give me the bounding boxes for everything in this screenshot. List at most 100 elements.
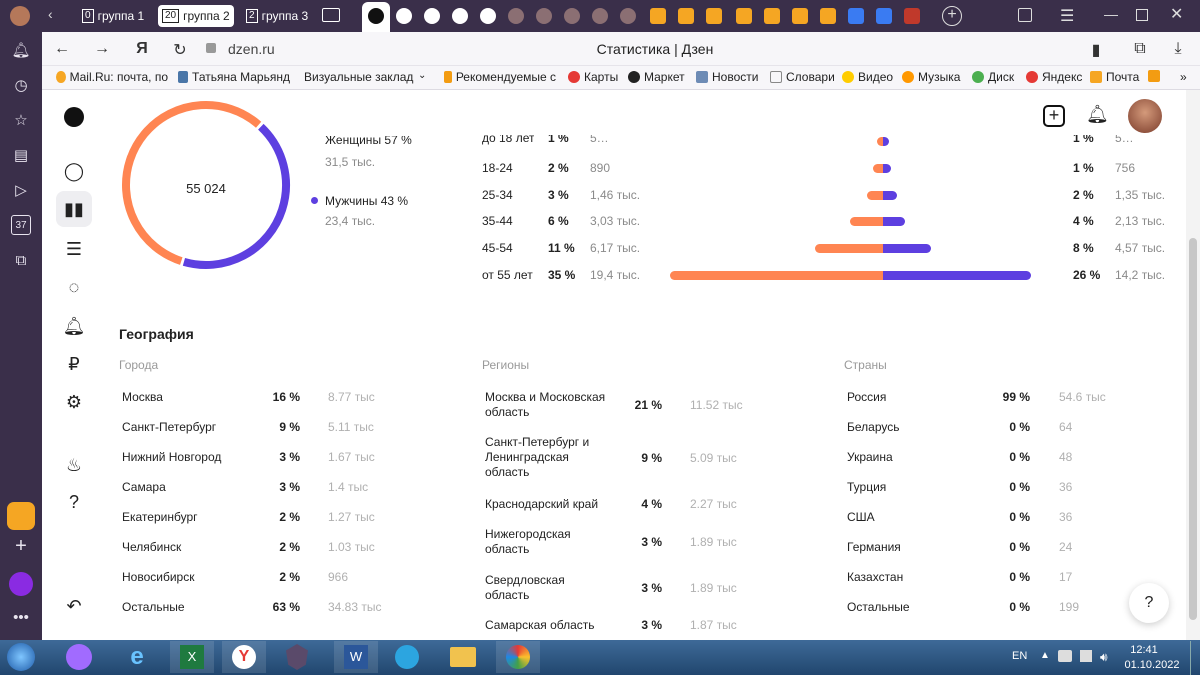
ok-tab-icon[interactable] (564, 8, 580, 24)
tray-arrow-icon[interactable]: ▲ (1040, 650, 1050, 661)
word-icon[interactable]: W (334, 641, 378, 673)
tab-group-2[interactable]: 20 группа 2 (158, 5, 234, 27)
game-icon[interactable] (280, 641, 314, 673)
mail-tab-icon[interactable] (706, 8, 722, 24)
cube-tab-icon[interactable] (848, 8, 864, 24)
layers-icon[interactable]: ☰ (61, 236, 87, 262)
more-icon[interactable]: ••• (11, 607, 31, 627)
alice-taskbar-icon[interactable] (62, 641, 96, 673)
ok-tab-icon[interactable] (508, 8, 524, 24)
zen-tab-icon[interactable] (480, 8, 496, 24)
minimize-icon[interactable]: — (1104, 6, 1118, 22)
show-desktop-button[interactable] (1190, 641, 1200, 675)
bookmark-news[interactable]: Новости (696, 70, 758, 84)
start-button[interactable] (4, 641, 38, 673)
bookmark-more-icon[interactable] (1148, 70, 1164, 82)
bookmark-mail[interactable]: Почта (1090, 70, 1142, 84)
chevron-down-icon[interactable]: ⌄ (418, 70, 426, 81)
scrollbar-thumb[interactable] (1189, 238, 1197, 620)
zen-logo-icon[interactable] (61, 104, 87, 130)
new-group-icon[interactable] (322, 8, 340, 22)
game-tab-icon[interactable] (904, 8, 920, 24)
volume-icon[interactable]: 🔊︎ (1100, 650, 1108, 665)
mail-tab-icon[interactable] (792, 8, 808, 24)
mail-tab-icon[interactable] (650, 8, 666, 24)
add-icon[interactable]: + (11, 535, 31, 557)
mail-app-icon[interactable] (7, 502, 35, 530)
history-icon[interactable]: ◷ (11, 75, 31, 95)
bookmark-visual[interactable]: Визуальные заклад (304, 70, 416, 84)
bookmark-vk[interactable]: Татьяна Марьянд (178, 70, 290, 84)
collections-icon[interactable]: ▤ (11, 145, 31, 165)
zen-tab-icon[interactable] (396, 8, 412, 24)
star-icon[interactable]: ☆ (11, 110, 31, 130)
page-scrollbar[interactable] (1186, 90, 1200, 640)
clock-time[interactable]: 12:41 (1124, 644, 1164, 656)
bell-icon[interactable]: 🔔︎ (11, 40, 31, 60)
reload-icon[interactable]: ↻ (170, 40, 190, 60)
forward-icon[interactable]: → (92, 40, 112, 58)
create-button[interactable]: + (1043, 105, 1065, 127)
network-icon[interactable] (1058, 650, 1072, 662)
telegram-icon[interactable] (390, 641, 424, 673)
excel-icon[interactable]: X (170, 641, 214, 673)
mail-tab-icon[interactable] (764, 8, 780, 24)
bookmark-maps[interactable]: Карты (568, 70, 618, 84)
fire-icon[interactable]: ♨ (61, 452, 87, 478)
paint-icon[interactable] (496, 641, 540, 673)
bookmark-dictionaries[interactable]: Словари (770, 70, 835, 84)
bookmark-disk[interactable]: Диск (972, 70, 1014, 84)
bookmarks-overflow-icon[interactable]: » (1180, 70, 1187, 84)
language-indicator[interactable]: EN (1012, 650, 1027, 662)
ruble-icon[interactable]: ₽ (61, 351, 87, 377)
back-icon[interactable]: ← (52, 40, 72, 58)
screenshot-icon[interactable]: ⧉ (11, 250, 31, 270)
restore-icon[interactable] (1136, 9, 1148, 21)
counter-badge[interactable]: 37 (11, 215, 31, 235)
bookmark-market[interactable]: Маркет (628, 70, 685, 84)
bookmark-recommended[interactable]: Рекомендуемые с (444, 70, 556, 84)
ok-tab-icon[interactable] (592, 8, 608, 24)
new-tab-icon[interactable]: + (942, 6, 962, 26)
bookmark-video[interactable]: Видео (842, 70, 893, 84)
comments-icon[interactable]: ◌ (61, 274, 87, 300)
tabs-back-icon[interactable]: ‹ (48, 6, 53, 22)
bookmark-icon[interactable]: ▮ (1086, 40, 1106, 60)
extensions-icon[interactable]: ⧉ (1130, 40, 1150, 58)
window-collections-icon[interactable] (1018, 8, 1032, 22)
ie-icon[interactable]: e (120, 641, 154, 673)
tab-group-1[interactable]: 0 группа 1 (78, 5, 150, 27)
download-icon[interactable]: ⤓ (1168, 40, 1188, 58)
help-button[interactable]: ? (1129, 583, 1169, 623)
user-avatar[interactable] (1128, 99, 1162, 133)
address-bar[interactable]: dzen.ru (228, 41, 275, 57)
notifications-icon[interactable]: 🔔︎ (61, 313, 87, 339)
ok-tab-icon[interactable] (536, 8, 552, 24)
tab-group-3[interactable]: 2 группа 3 (242, 5, 316, 27)
profile-avatar[interactable] (10, 6, 30, 26)
bookmark-music[interactable]: Музыка (902, 70, 960, 84)
close-icon[interactable]: ✕ (1170, 4, 1183, 24)
mail-tab-icon[interactable] (678, 8, 694, 24)
settings-icon[interactable]: ⚙ (61, 389, 87, 415)
exit-icon[interactable]: ↶ (61, 593, 87, 619)
bookmark-yandex[interactable]: Яндекс (1026, 70, 1082, 84)
yandex-browser-icon[interactable]: Y (222, 641, 266, 673)
statistics-icon[interactable]: ▮▮ (56, 191, 92, 227)
mail-tab-icon[interactable] (820, 8, 836, 24)
flag-icon[interactable] (1080, 650, 1092, 662)
help-icon[interactable]: ? (61, 489, 87, 515)
notifications-bell-icon[interactable]: 🔔︎ (1086, 104, 1109, 125)
clock-date[interactable]: 01.10.2022 (1124, 659, 1180, 671)
planet-icon[interactable]: ◯ (61, 158, 87, 184)
menu-icon[interactable]: ☰ (1060, 6, 1074, 26)
explorer-icon[interactable] (446, 641, 480, 673)
alice-icon[interactable] (9, 572, 33, 596)
zen-tab-icon[interactable] (452, 8, 468, 24)
bookmark-mailru[interactable]: Mail.Ru: почта, по (56, 70, 168, 84)
zen-tab-icon[interactable] (424, 8, 440, 24)
yandex-icon[interactable]: Я (132, 40, 152, 58)
cube-tab-icon[interactable] (876, 8, 892, 24)
ok-tab-icon[interactable] (620, 8, 636, 24)
mail-tab-icon[interactable] (736, 8, 752, 24)
